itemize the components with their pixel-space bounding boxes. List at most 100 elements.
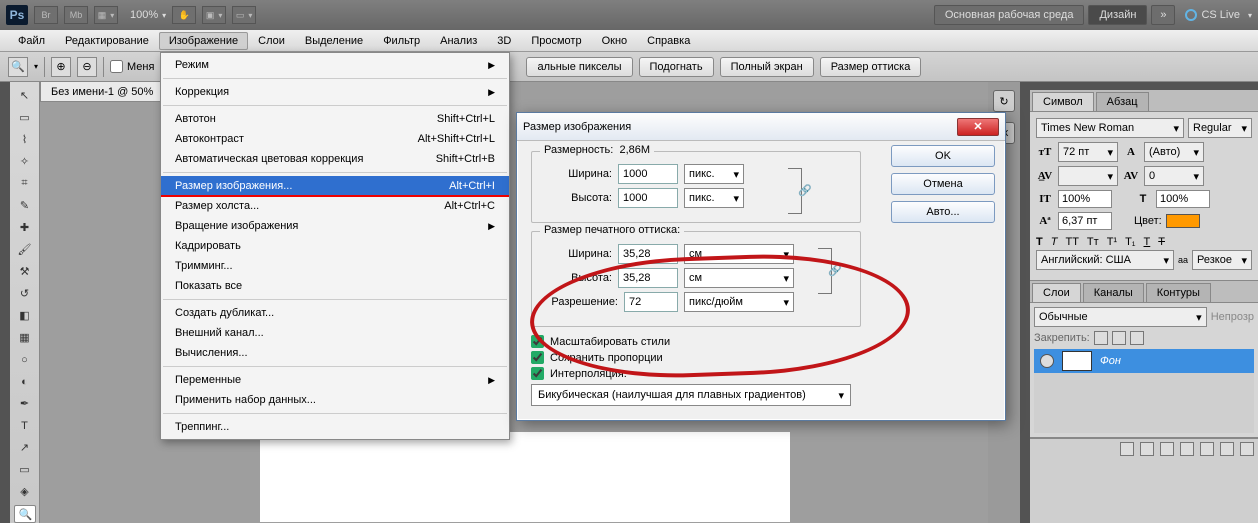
- lasso-tool-icon[interactable]: ⌇: [14, 130, 36, 148]
- history-brush-icon[interactable]: ↺: [14, 284, 36, 302]
- zoom-tool-icon[interactable]: 🔍: [14, 505, 36, 523]
- eraser-tool-icon[interactable]: ◧: [14, 306, 36, 324]
- link-layers-icon[interactable]: [1120, 442, 1134, 456]
- menu-help[interactable]: Справка: [637, 32, 700, 50]
- fit-button[interactable]: Подогнать: [639, 57, 714, 77]
- document-tab[interactable]: Без имени-1 @ 50%: [40, 82, 164, 102]
- hand-tool-icon[interactable]: ✋: [172, 6, 196, 24]
- language-select[interactable]: Английский: США▾: [1036, 250, 1174, 270]
- menu-item[interactable]: Вычисления...: [161, 343, 509, 363]
- print-width-unit[interactable]: см▾: [684, 244, 794, 264]
- pixel-height-input[interactable]: [618, 188, 678, 208]
- tab-layers[interactable]: Слои: [1032, 283, 1081, 302]
- menu-select[interactable]: Выделение: [295, 32, 373, 50]
- resize-checkbox[interactable]: Меня: [110, 60, 154, 73]
- minibridge-button[interactable]: Mb: [64, 6, 88, 24]
- workspace-more-button[interactable]: »: [1151, 5, 1175, 25]
- tab-symbol[interactable]: Символ: [1032, 92, 1094, 111]
- blend-mode-select[interactable]: Обычные▾: [1034, 307, 1207, 327]
- strike-icon[interactable]: T: [1158, 236, 1165, 248]
- wand-tool-icon[interactable]: ✧: [14, 152, 36, 170]
- chevron-down-icon[interactable]: ▾: [162, 11, 166, 20]
- zoom-out-icon[interactable]: ⊖: [77, 57, 97, 77]
- pixel-width-unit[interactable]: пикс.▾: [684, 164, 744, 184]
- print-width-input[interactable]: [618, 244, 678, 264]
- menu-item[interactable]: Автоматическая цветовая коррекцияShift+C…: [161, 149, 509, 169]
- dodge-tool-icon[interactable]: ◐: [14, 373, 36, 391]
- superscript-icon[interactable]: T¹: [1107, 236, 1117, 248]
- arrange-docs-button[interactable]: ▣▾: [202, 6, 226, 24]
- menu-filter[interactable]: Фильтр: [373, 32, 430, 50]
- eyedropper-tool-icon[interactable]: ✎: [14, 196, 36, 214]
- menu-layers[interactable]: Слои: [248, 32, 295, 50]
- menu-3d[interactable]: 3D: [487, 32, 521, 50]
- chevron-down-icon[interactable]: ▾: [34, 62, 38, 71]
- font-size-select[interactable]: 72 пт▾: [1058, 142, 1118, 162]
- menu-analysis[interactable]: Анализ: [430, 32, 487, 50]
- menu-item[interactable]: Создать дубликат...: [161, 303, 509, 323]
- menu-edit[interactable]: Редактирование: [55, 32, 159, 50]
- menu-item[interactable]: Коррекция▶: [161, 82, 509, 102]
- tool-preset-icon[interactable]: 🔍: [8, 57, 28, 77]
- scale-styles-checkbox[interactable]: Масштабировать стили: [531, 335, 991, 348]
- real-pixels-button[interactable]: альные пикселы: [526, 57, 632, 77]
- lock-pixels-icon[interactable]: [1094, 331, 1108, 345]
- lock-all-icon[interactable]: [1130, 331, 1144, 345]
- crop-tool-icon[interactable]: ⌗: [14, 174, 36, 192]
- workspace-default-button[interactable]: Основная рабочая среда: [934, 5, 1085, 25]
- leading-select[interactable]: (Авто)▾: [1144, 142, 1204, 162]
- menu-file[interactable]: Файл: [8, 32, 55, 50]
- print-height-input[interactable]: [618, 268, 678, 288]
- adjustment-icon[interactable]: [1180, 442, 1194, 456]
- view-extras-button[interactable]: ▦▾: [94, 6, 118, 24]
- fullscreen-button[interactable]: Полный экран: [720, 57, 814, 77]
- cancel-button[interactable]: Отмена: [891, 173, 995, 195]
- tab-paragraph[interactable]: Абзац: [1096, 92, 1149, 111]
- layer-row[interactable]: Фон: [1034, 349, 1254, 373]
- antialias-select[interactable]: Резкое▾: [1192, 250, 1252, 270]
- menu-window[interactable]: Окно: [592, 32, 638, 50]
- healing-tool-icon[interactable]: ✚: [14, 218, 36, 236]
- fx-icon[interactable]: [1140, 442, 1154, 456]
- menu-item[interactable]: АвтотонShift+Ctrl+L: [161, 109, 509, 129]
- brush-tool-icon[interactable]: 🖌: [14, 240, 36, 258]
- cslive-button[interactable]: CS Live ▾: [1185, 9, 1252, 21]
- interpolation-checkbox[interactable]: Интерполяция:: [531, 367, 991, 380]
- menu-item[interactable]: Показать все: [161, 276, 509, 296]
- new-layer-icon[interactable]: [1220, 442, 1234, 456]
- zoom-in-icon[interactable]: ⊕: [51, 57, 71, 77]
- group-icon[interactable]: [1200, 442, 1214, 456]
- tools-handle[interactable]: [0, 82, 10, 523]
- canvas[interactable]: [260, 432, 790, 522]
- tab-channels[interactable]: Каналы: [1083, 283, 1144, 302]
- type-tool-icon[interactable]: T: [14, 417, 36, 435]
- panels-handle[interactable]: [1020, 82, 1030, 523]
- menu-item[interactable]: Треппинг...: [161, 417, 509, 437]
- menu-item[interactable]: Тримминг...: [161, 256, 509, 276]
- constrain-prop-checkbox[interactable]: Сохранить пропорции: [531, 351, 991, 364]
- italic-icon[interactable]: T: [1051, 236, 1058, 248]
- subscript-icon[interactable]: T₁: [1125, 236, 1135, 248]
- kerning-select[interactable]: ▾: [1058, 166, 1118, 186]
- screen-mode-button[interactable]: ▭▾: [232, 6, 256, 24]
- menu-item[interactable]: Режим▶: [161, 55, 509, 75]
- pixel-width-input[interactable]: [618, 164, 678, 184]
- menu-view[interactable]: Просмотр: [521, 32, 591, 50]
- smallcaps-icon[interactable]: Tт: [1087, 236, 1099, 248]
- menu-item[interactable]: Переменные▶: [161, 370, 509, 390]
- hscale-input[interactable]: 100%: [1156, 190, 1210, 208]
- pixel-height-unit[interactable]: пикс.▾: [684, 188, 744, 208]
- mask-icon[interactable]: [1160, 442, 1174, 456]
- resolution-unit[interactable]: пикс/дюйм▾: [684, 292, 794, 312]
- tracking-select[interactable]: 0▾: [1144, 166, 1204, 186]
- 3d-tool-icon[interactable]: ◈: [14, 483, 36, 501]
- shape-tool-icon[interactable]: ▭: [14, 461, 36, 479]
- interpolation-select[interactable]: Бикубическая (наилучшая для плавных град…: [531, 384, 851, 406]
- print-size-button[interactable]: Размер оттиска: [820, 57, 922, 77]
- bold-icon[interactable]: T: [1036, 236, 1043, 248]
- menu-image[interactable]: Изображение: [159, 32, 248, 50]
- allcaps-icon[interactable]: TT: [1065, 236, 1078, 248]
- marquee-tool-icon[interactable]: ▭: [14, 108, 36, 126]
- menu-item[interactable]: Кадрировать: [161, 236, 509, 256]
- close-button[interactable]: ✕: [957, 118, 999, 136]
